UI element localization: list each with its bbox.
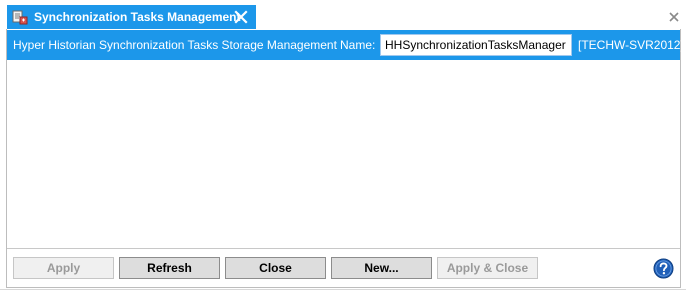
storage-header-bar: Hyper Historian Synchronization Tasks St…: [7, 30, 684, 60]
sync-tasks-icon: [12, 10, 28, 25]
button-bar-divider: [7, 248, 680, 249]
storage-title: Hyper Historian Synchronization Tasks St…: [13, 38, 337, 52]
name-label: Name:: [340, 38, 376, 52]
close-icon[interactable]: [668, 10, 680, 22]
tab-synchronization-tasks-management[interactable]: Synchronization Tasks Management: [7, 5, 256, 30]
server-label: [TECHW-SVR2012]: [578, 38, 684, 52]
tab-strip: Synchronization Tasks Management: [0, 0, 686, 30]
tab-title: Synchronization Tasks Management: [34, 10, 241, 24]
bottom-border: [0, 289, 686, 290]
close-button[interactable]: Close: [225, 257, 326, 279]
refresh-button[interactable]: Refresh: [119, 257, 220, 279]
apply-close-button[interactable]: Apply & Close: [437, 257, 538, 279]
apply-button[interactable]: Apply: [13, 257, 114, 279]
tasks-content-area: [7, 60, 680, 248]
close-icon[interactable]: [233, 9, 249, 25]
new-button[interactable]: New...: [331, 257, 432, 279]
sync-tasks-window: Synchronization Tasks Management Hyper H…: [0, 0, 686, 291]
help-icon[interactable]: [653, 258, 674, 279]
name-input[interactable]: [380, 34, 572, 56]
